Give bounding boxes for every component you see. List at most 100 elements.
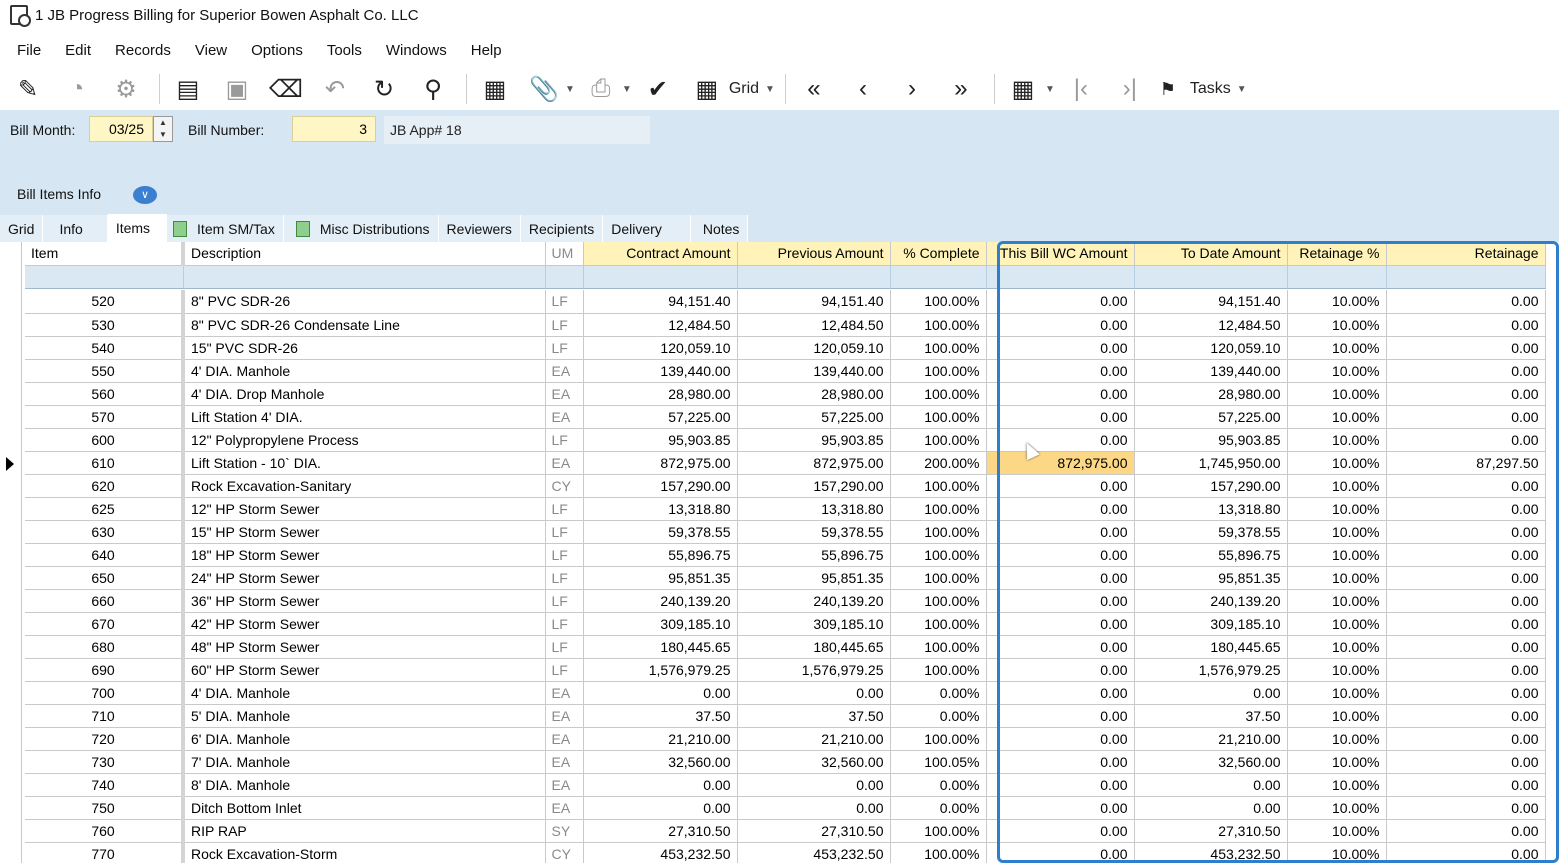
- cell-previous-amount[interactable]: 453,232.50: [737, 842, 891, 863]
- cell-um[interactable]: CY: [545, 474, 584, 498]
- cell-retainage[interactable]: 0.00: [1386, 566, 1546, 590]
- menu-options[interactable]: Options: [251, 42, 303, 59]
- tab-delivery[interactable]: Delivery: [603, 215, 691, 242]
- table-row[interactable]: 750 Ditch Bottom Inlet EA 0.00 0.00 0.00% 0.00…: [25, 796, 1546, 820]
- cell-description[interactable]: 15" HP Storm Sewer: [183, 520, 546, 544]
- cell-previous-amount[interactable]: 95,851.35: [737, 566, 891, 590]
- cell-item[interactable]: 760: [25, 819, 185, 843]
- cell-percent-complete[interactable]: 100.00%: [890, 612, 987, 636]
- cell-this-bill-wc-amount[interactable]: 0.00: [986, 658, 1135, 682]
- cell-um[interactable]: LF: [545, 520, 584, 544]
- menu-tools[interactable]: Tools: [327, 42, 362, 59]
- cell-retainage-percent[interactable]: 10.00%: [1287, 336, 1387, 360]
- cell-retainage[interactable]: 0.00: [1386, 520, 1546, 544]
- cell-this-bill-wc-amount[interactable]: 0.00: [986, 566, 1135, 590]
- chevron-down-icon[interactable]: ▼: [1045, 84, 1055, 95]
- cell-item[interactable]: 670: [25, 612, 185, 636]
- tab-recipients[interactable]: Recipients: [520, 215, 604, 242]
- cell-percent-complete[interactable]: 100.00%: [890, 819, 987, 843]
- menu-view[interactable]: View: [195, 42, 227, 59]
- cell-percent-complete[interactable]: 200.00%: [890, 451, 987, 475]
- cell-retainage-percent[interactable]: 10.00%: [1287, 612, 1387, 636]
- cell-description[interactable]: 5' DIA. Manhole: [183, 704, 546, 728]
- cell-contract-amount[interactable]: 28,980.00: [583, 382, 738, 406]
- cell-retainage[interactable]: 0.00: [1386, 796, 1546, 820]
- cell-item[interactable]: 700: [25, 681, 185, 705]
- cell-um[interactable]: LF: [545, 290, 584, 314]
- row-selector-column[interactable]: [0, 242, 22, 863]
- cell-item[interactable]: 550: [25, 359, 185, 383]
- cell-um[interactable]: EA: [545, 796, 584, 820]
- cell-retainage-percent[interactable]: 10.00%: [1287, 589, 1387, 613]
- cell-percent-complete[interactable]: 100.00%: [890, 727, 987, 751]
- cell-percent-complete[interactable]: 100.00%: [890, 589, 987, 613]
- cell-this-bill-wc-amount[interactable]: 0.00: [986, 773, 1135, 797]
- cell-percent-complete[interactable]: 100.00%: [890, 382, 987, 406]
- cell-um[interactable]: EA: [545, 704, 584, 728]
- cell-retainage[interactable]: 0.00: [1386, 842, 1546, 863]
- cell-percent-complete[interactable]: 100.00%: [890, 405, 987, 429]
- cell-retainage[interactable]: 0.00: [1386, 727, 1546, 751]
- chevron-down-icon[interactable]: ▼: [565, 84, 575, 95]
- cell-um[interactable]: SY: [545, 819, 584, 843]
- table-row[interactable]: 650 24" HP Storm Sewer LF 95,851.35 95,851.3…: [25, 566, 1546, 590]
- table-row[interactable]: 530 8" PVC SDR-26 Condensate Line LF 12,484…: [25, 313, 1546, 337]
- col-header-description[interactable]: Description: [183, 242, 546, 266]
- cell-previous-amount[interactable]: 0.00: [737, 681, 891, 705]
- cell-to-date-amount[interactable]: 0.00: [1134, 773, 1288, 797]
- cell-previous-amount[interactable]: 28,980.00: [737, 382, 891, 406]
- cell-retainage-percent[interactable]: 10.00%: [1287, 681, 1387, 705]
- cell-um[interactable]: LF: [545, 428, 584, 452]
- spellcheck-icon[interactable]: ✔: [642, 73, 674, 105]
- cell-percent-complete[interactable]: 100.00%: [890, 428, 987, 452]
- col-header-to-date-amount[interactable]: To Date Amount: [1134, 242, 1288, 266]
- cell-this-bill-wc-amount[interactable]: 0.00: [986, 520, 1135, 544]
- attachment-icon[interactable]: 📎: [528, 73, 560, 105]
- cell-contract-amount[interactable]: 0.00: [583, 681, 738, 705]
- cell-retainage-percent[interactable]: 10.00%: [1287, 313, 1387, 337]
- cell-percent-complete[interactable]: 100.00%: [890, 842, 987, 863]
- cell-um[interactable]: EA: [545, 681, 584, 705]
- cell-percent-complete[interactable]: 100.00%: [890, 658, 987, 682]
- cell-um[interactable]: EA: [545, 451, 584, 475]
- cell-retainage-percent[interactable]: 10.00%: [1287, 543, 1387, 567]
- cell-to-date-amount[interactable]: 28,980.00: [1134, 382, 1288, 406]
- cell-description[interactable]: 48" HP Storm Sewer: [183, 635, 546, 659]
- menu-edit[interactable]: Edit: [65, 42, 91, 59]
- col-header-retainage-percent[interactable]: Retainage %: [1287, 242, 1387, 266]
- previous-record-icon[interactable]: ‹: [847, 73, 879, 105]
- collapse-chevron-icon[interactable]: ∨: [133, 186, 157, 204]
- cell-retainage[interactable]: 0.00: [1386, 543, 1546, 567]
- cell-to-date-amount[interactable]: 95,903.85: [1134, 428, 1288, 452]
- cell-percent-complete[interactable]: 100.05%: [890, 750, 987, 774]
- last-record-icon[interactable]: »: [945, 73, 977, 105]
- col-header-this-bill-wc-amount[interactable]: This Bill WC Amount: [986, 242, 1135, 266]
- cell-previous-amount[interactable]: 180,445.65: [737, 635, 891, 659]
- cell-this-bill-wc-amount[interactable]: 0.00: [986, 796, 1135, 820]
- cell-this-bill-wc-amount[interactable]: 0.00: [986, 681, 1135, 705]
- table-row[interactable]: 620 Rock Excavation-Sanitary CY 157,290.00 1…: [25, 474, 1546, 498]
- cell-contract-amount[interactable]: 32,560.00: [583, 750, 738, 774]
- cell-description[interactable]: 4' DIA. Manhole: [183, 359, 546, 383]
- cell-item[interactable]: 710: [25, 704, 185, 728]
- table-row[interactable]: 690 60" HP Storm Sewer LF 1,576,979.25 1,576…: [25, 658, 1546, 682]
- cell-to-date-amount[interactable]: 453,232.50: [1134, 842, 1288, 863]
- cell-previous-amount[interactable]: 309,185.10: [737, 612, 891, 636]
- cell-um[interactable]: EA: [545, 382, 584, 406]
- cell-um[interactable]: LF: [545, 589, 584, 613]
- cell-to-date-amount[interactable]: 1,576,979.25: [1134, 658, 1288, 682]
- tab-reviewers[interactable]: Reviewers: [438, 215, 521, 242]
- last-page-icon[interactable]: ›|: [1114, 73, 1146, 105]
- cell-item[interactable]: 560: [25, 382, 185, 406]
- cell-item[interactable]: 620: [25, 474, 185, 498]
- delete-icon[interactable]: ⌫: [269, 73, 303, 105]
- cell-previous-amount[interactable]: 55,896.75: [737, 543, 891, 567]
- cell-description[interactable]: 4' DIA. Manhole: [183, 681, 546, 705]
- print-icon[interactable]: ⎙: [585, 73, 617, 105]
- cell-description[interactable]: 36" HP Storm Sewer: [183, 589, 546, 613]
- cell-item[interactable]: 520: [25, 290, 185, 314]
- col-header-contract-amount[interactable]: Contract Amount: [583, 242, 738, 266]
- cell-contract-amount[interactable]: 27,310.50: [583, 819, 738, 843]
- cell-um[interactable]: EA: [545, 359, 584, 383]
- cell-previous-amount[interactable]: 1,576,979.25: [737, 658, 891, 682]
